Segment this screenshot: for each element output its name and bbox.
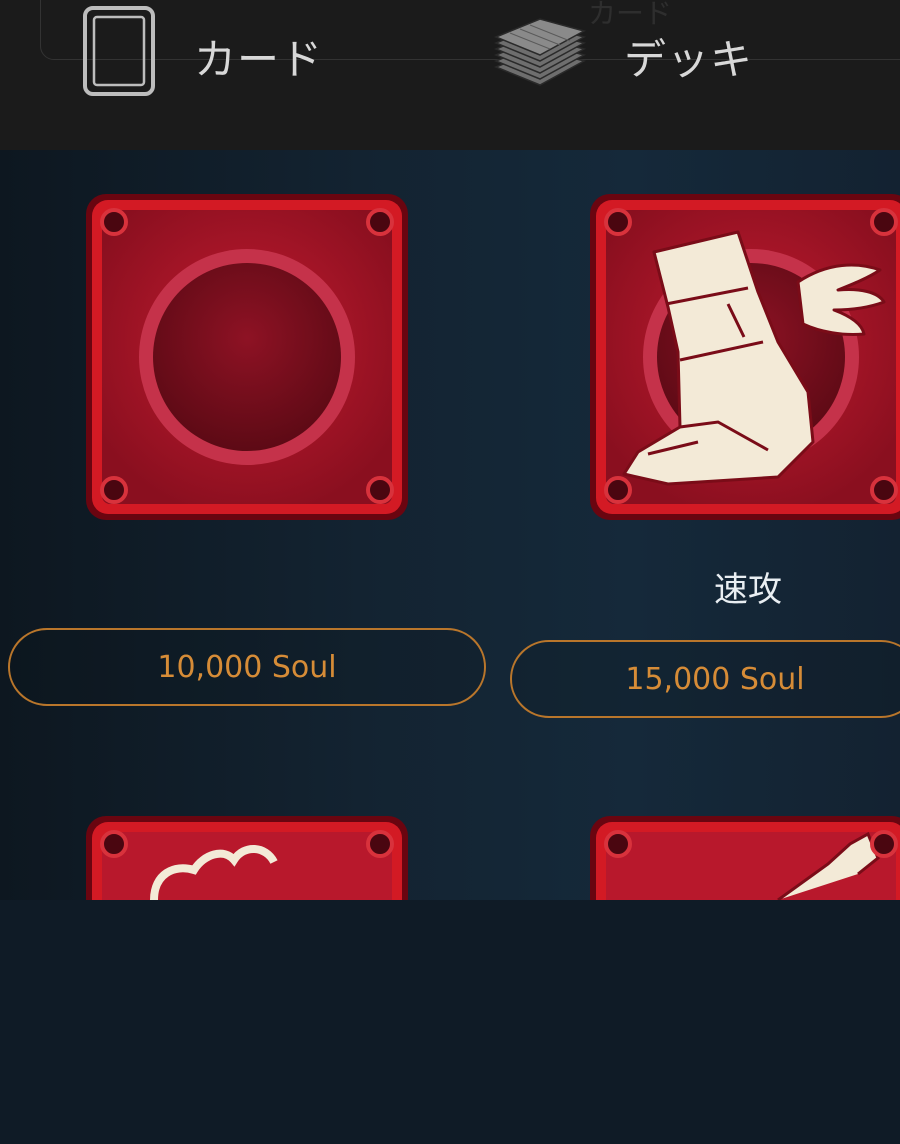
skill-tile[interactable] <box>588 192 900 522</box>
price-button[interactable]: 10,000 Soul <box>8 628 486 706</box>
skill-tile[interactable] <box>84 814 410 1144</box>
partial-tile-icon <box>86 816 408 900</box>
partial-tile-icon <box>590 816 900 900</box>
skill-name: 速攻 <box>714 570 782 610</box>
tab-cards[interactable]: カード <box>82 6 324 102</box>
card-deck-icon <box>490 11 588 101</box>
tab-decks-label: デッキ <box>624 34 754 84</box>
winged-boot-icon <box>590 194 900 520</box>
skill-tile[interactable] <box>84 192 410 522</box>
card-outline-icon <box>82 5 156 107</box>
tab-decks[interactable]: デッキ <box>490 10 753 102</box>
price-button[interactable]: 15,000 Soul <box>510 640 900 718</box>
tab-cards-label: カード <box>194 34 324 84</box>
empty-circle-icon <box>86 194 408 520</box>
skill-tile[interactable] <box>588 814 900 1144</box>
top-tab-bar: カード カード デッキ <box>0 0 900 150</box>
